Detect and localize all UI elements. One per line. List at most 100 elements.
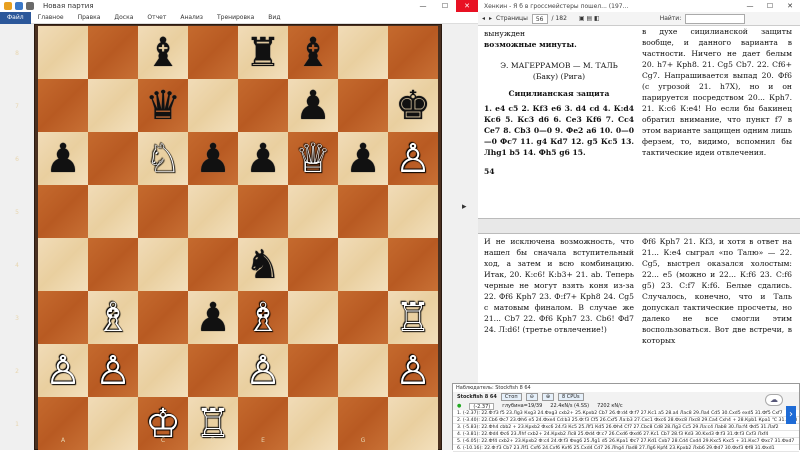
square-c8[interactable]: ♝: [138, 26, 188, 79]
chess-board[interactable]: ♝ ♜ ♝ ♛ ♟ ♚ ♟ ♘ ♟ ♟ ♕ ♟ ♙ ♞ ♗ ♟ ♗ ♖ ♙ ♙ ♙ ♙ ♔ ♖: [38, 26, 438, 450]
prev-page-icon[interactable]: ◂: [482, 15, 485, 22]
square-g5[interactable]: [338, 185, 388, 238]
menu-analysis[interactable]: Анализ: [173, 12, 210, 24]
engine-line[interactable]: 4. (-3.81): 22.Фd4 Фc6 23.Лhf cxb2+ 24.К…: [453, 431, 799, 438]
next-page-icon[interactable]: ▸: [489, 15, 492, 22]
square-a4[interactable]: [38, 238, 88, 291]
white-bishop-icon[interactable]: ♗: [238, 291, 288, 344]
white-knight-icon[interactable]: ♘: [138, 132, 188, 185]
square-e4[interactable]: ♞: [238, 238, 288, 291]
square-f5[interactable]: [288, 185, 338, 238]
square-c3[interactable]: [138, 291, 188, 344]
square-g8[interactable]: [338, 26, 388, 79]
square-e6[interactable]: ♟: [238, 132, 288, 185]
engine-lines-plus-icon[interactable]: ⊕: [541, 393, 555, 401]
page-number-input[interactable]: 56: [531, 13, 548, 24]
square-h5[interactable]: [388, 185, 438, 238]
square-e7[interactable]: [238, 79, 288, 132]
square-b7[interactable]: [88, 79, 138, 132]
panel-arrow-icon[interactable]: ›: [786, 406, 796, 424]
search-input[interactable]: [685, 13, 746, 24]
square-c2[interactable]: [138, 344, 188, 397]
menu-training[interactable]: Тренировка: [210, 12, 261, 24]
square-f2[interactable]: [288, 344, 338, 397]
square-h3[interactable]: ♖: [388, 291, 438, 344]
square-f6[interactable]: ♕: [288, 132, 338, 185]
black-knight-icon[interactable]: ♞: [238, 238, 288, 291]
square-f7[interactable]: ♟: [288, 79, 338, 132]
black-pawn-icon[interactable]: ♟: [338, 132, 388, 185]
square-c7[interactable]: ♛: [138, 79, 188, 132]
square-a6[interactable]: ♟: [38, 132, 88, 185]
white-queen-icon[interactable]: ♕: [288, 132, 338, 185]
square-e8[interactable]: ♜: [238, 26, 288, 79]
maximize-button[interactable]: ☐: [434, 0, 456, 12]
square-h6[interactable]: ♙: [388, 132, 438, 185]
black-king-icon[interactable]: ♚: [388, 79, 438, 132]
square-a2[interactable]: ♙: [38, 344, 88, 397]
white-pawn-icon[interactable]: ♙: [388, 344, 438, 397]
square-g6[interactable]: ♟: [338, 132, 388, 185]
menu-board[interactable]: Доска: [107, 12, 140, 24]
toolbar-icons[interactable]: ▣ ▤ ◧: [579, 15, 600, 22]
square-d2[interactable]: [188, 344, 238, 397]
square-d6[interactable]: ♟: [188, 132, 238, 185]
black-queen-icon[interactable]: ♛: [138, 79, 188, 132]
square-a3[interactable]: [38, 291, 88, 344]
square-a7[interactable]: [38, 79, 88, 132]
close-button[interactable]: ✕: [456, 0, 478, 12]
black-bishop-icon[interactable]: ♝: [288, 26, 338, 79]
engine-line[interactable]: 1. (-2.37): 22.Ф:f3 f5 23.Лg3 Кxg3 24.Фx…: [453, 410, 799, 417]
save-icon[interactable]: [15, 2, 23, 10]
square-a8[interactable]: [38, 26, 88, 79]
square-b6[interactable]: [88, 132, 138, 185]
menu-view[interactable]: Вид: [261, 12, 287, 24]
square-b2[interactable]: ♙: [88, 344, 138, 397]
square-h8[interactable]: [388, 26, 438, 79]
white-pawn-icon[interactable]: ♙: [238, 344, 288, 397]
white-pawn-icon[interactable]: ♙: [38, 344, 88, 397]
square-e5[interactable]: [238, 185, 288, 238]
black-rook-icon[interactable]: ♜: [238, 26, 288, 79]
square-g3[interactable]: [338, 291, 388, 344]
square-b5[interactable]: [88, 185, 138, 238]
engine-line[interactable]: 5. (-6.05): 22.Фf4 cxb2+ 23.Крxb2 Ф:c4 2…: [453, 438, 799, 445]
square-h7[interactable]: ♚: [388, 79, 438, 132]
black-pawn-icon[interactable]: ♟: [38, 132, 88, 185]
square-d7[interactable]: [188, 79, 238, 132]
square-a5[interactable]: [38, 185, 88, 238]
white-bishop-icon[interactable]: ♗: [88, 291, 138, 344]
square-e2[interactable]: ♙: [238, 344, 288, 397]
square-f4[interactable]: [288, 238, 338, 291]
square-d4[interactable]: [188, 238, 238, 291]
square-d5[interactable]: [188, 185, 238, 238]
square-g4[interactable]: [338, 238, 388, 291]
engine-line[interactable]: 3. (-5.83): 22.Фh4 cbb2 + 23.Кpxb2 Фxc6 …: [453, 424, 799, 431]
square-b3[interactable]: ♗: [88, 291, 138, 344]
cloud-engine-icon[interactable]: ☁: [765, 394, 783, 406]
minimize-button[interactable]: —: [412, 0, 434, 12]
square-h2[interactable]: ♙: [388, 344, 438, 397]
square-b8[interactable]: [88, 26, 138, 79]
reader-minimize-button[interactable]: —: [740, 0, 760, 12]
engine-cpu-count[interactable]: 8 CPUs: [558, 393, 584, 401]
square-g7[interactable]: [338, 79, 388, 132]
reader-maximize-button[interactable]: ☐: [760, 0, 780, 12]
square-e3[interactable]: ♗: [238, 291, 288, 344]
square-b4[interactable]: [88, 238, 138, 291]
black-pawn-icon[interactable]: ♟: [288, 79, 338, 132]
reader-close-button[interactable]: ✕: [780, 0, 800, 12]
white-rook-icon[interactable]: ♖: [388, 291, 438, 344]
square-f8[interactable]: ♝: [288, 26, 338, 79]
undo-icon[interactable]: [26, 2, 34, 10]
square-c6[interactable]: ♘: [138, 132, 188, 185]
white-pawn-icon[interactable]: ♙: [88, 344, 138, 397]
square-d8[interactable]: [188, 26, 238, 79]
engine-line[interactable]: 6. (-10.16): 22.Ф:f3 Cb7 23.Лf1 Cxf6 24.…: [453, 445, 799, 452]
white-pawn-icon[interactable]: ♙: [388, 132, 438, 185]
square-c5[interactable]: [138, 185, 188, 238]
square-d3[interactable]: ♟: [188, 291, 238, 344]
black-pawn-icon[interactable]: ♟: [238, 132, 288, 185]
menu-report[interactable]: Отчет: [140, 12, 173, 24]
engine-stop-button[interactable]: Стоп: [500, 393, 522, 401]
